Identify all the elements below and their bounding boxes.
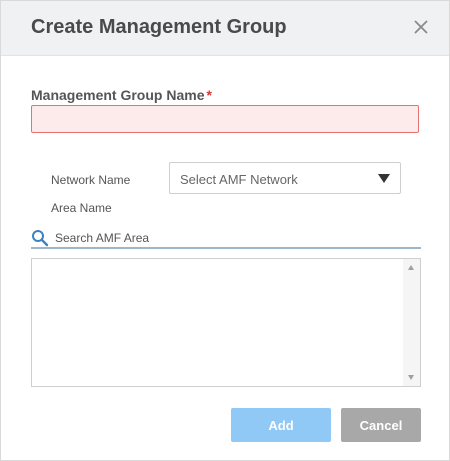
network-name-label: Network Name (51, 173, 131, 187)
area-name-label: Area Name (51, 201, 112, 215)
scroll-down-arrow-icon[interactable] (408, 375, 414, 380)
area-list[interactable] (31, 258, 421, 387)
management-group-name-label-text: Management Group Name (31, 87, 205, 103)
network-select[interactable]: Select AMF Network (169, 162, 401, 194)
add-button[interactable]: Add (231, 408, 331, 442)
list-scrollbar[interactable] (403, 259, 420, 386)
create-management-group-dialog: Create Management Group Management Group… (0, 0, 450, 461)
area-search (31, 229, 421, 249)
cancel-button[interactable]: Cancel (341, 408, 421, 442)
area-search-input[interactable] (55, 230, 415, 246)
scroll-up-arrow-icon[interactable] (408, 265, 414, 270)
network-select-value: Select AMF Network (180, 172, 298, 187)
dialog-header: Create Management Group (1, 1, 449, 56)
required-asterisk: * (206, 87, 212, 103)
search-icon (32, 230, 49, 247)
dialog-title: Create Management Group (31, 16, 287, 38)
dropdown-arrow-icon (378, 174, 390, 183)
management-group-name-input[interactable] (31, 105, 419, 133)
management-group-name-label: Management Group Name * (31, 87, 212, 103)
close-icon[interactable] (411, 17, 431, 37)
